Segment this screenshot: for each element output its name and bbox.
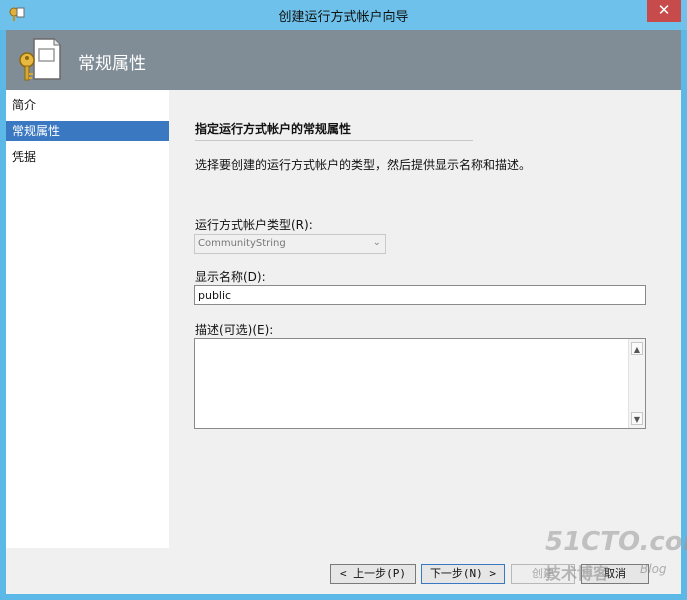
nav-item-intro[interactable]: 简介 (6, 95, 169, 115)
previous-button[interactable]: < 上一步(P) (330, 564, 416, 584)
nav-item-general-properties[interactable]: 常规属性 (6, 121, 169, 141)
section-description: 选择要创建的运行方式帐户的类型，然后提供显示名称和描述。 (195, 158, 532, 172)
scroll-up-icon[interactable]: ▲ (631, 342, 643, 355)
key-document-icon (19, 38, 61, 81)
display-name-input[interactable] (194, 285, 646, 305)
description-textarea[interactable]: ▲ ▼ (194, 338, 646, 429)
watermark-blog: Blog (640, 562, 667, 576)
page-title: 常规属性 (78, 54, 146, 74)
watermark-logo: 51CTO.com (545, 527, 687, 557)
account-type-label: 运行方式帐户类型(R): (195, 218, 313, 232)
account-type-value: CommunityString (198, 238, 286, 249)
next-button[interactable]: 下一步(N) > (421, 564, 505, 584)
display-name-label: 显示名称(D): (195, 270, 266, 284)
account-type-dropdown[interactable]: CommunityString ⌄ (194, 234, 386, 254)
section-title: 指定运行方式帐户的常规属性 (195, 122, 352, 136)
wizard-body: 简介 常规属性 凭据 指定运行方式帐户的常规属性 选择要创建的运行方式帐户的类型… (6, 90, 681, 594)
close-button[interactable]: ✕ (647, 0, 681, 22)
wizard-step-nav: 简介 常规属性 凭据 (6, 90, 169, 548)
wizard-window: 创建运行方式帐户向导 ✕ 常规属性 简介 常规属性 凭据 指定运行方式帐户的常规… (0, 0, 687, 600)
scroll-down-icon[interactable]: ▼ (631, 412, 643, 425)
window-title: 创建运行方式帐户向导 (278, 10, 409, 25)
close-icon: ✕ (657, 1, 671, 19)
title-bar[interactable]: 创建运行方式帐户向导 ✕ (0, 0, 687, 30)
description-label: 描述(可选)(E): (195, 323, 274, 337)
section-divider (195, 140, 473, 141)
watermark-subtitle: 技术博客 (545, 564, 610, 583)
description-scrollbar[interactable]: ▲ ▼ (628, 339, 645, 428)
main-panel: 指定运行方式帐户的常规属性 选择要创建的运行方式帐户的类型，然后提供显示名称和描… (169, 90, 681, 548)
nav-item-credentials[interactable]: 凭据 (6, 147, 169, 167)
chevron-down-icon: ⌄ (372, 237, 381, 248)
wizard-header: 常规属性 (6, 30, 681, 90)
